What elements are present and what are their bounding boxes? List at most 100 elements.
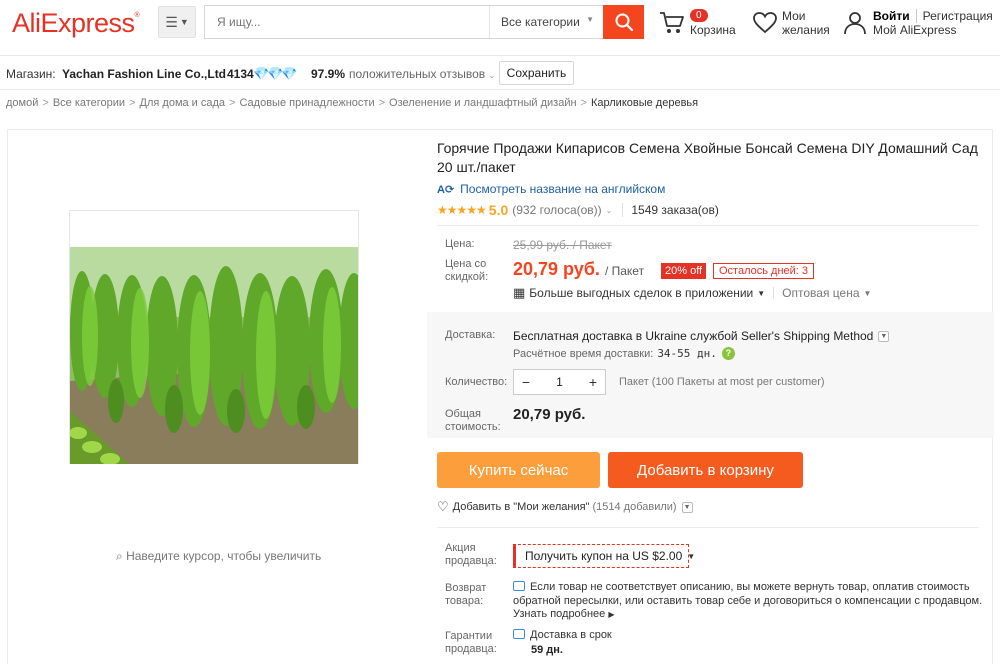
quantity-label: Количество: <box>445 376 508 388</box>
heart-icon <box>753 12 777 34</box>
truck-icon <box>513 629 525 639</box>
cypress-trees-photo <box>70 211 358 464</box>
search-icon <box>615 13 633 32</box>
orders-count: 1549 заказа(ов) <box>622 203 719 217</box>
learn-more-link[interactable]: Узнать подробнее ▶ <box>513 608 615 620</box>
caret-down-icon: ▼ <box>757 288 766 298</box>
wishlist-count: (1514 добавили) <box>592 501 677 513</box>
search-input[interactable] <box>205 6 489 38</box>
total-label: Общая стоимость: <box>445 408 501 434</box>
breadcrumb-item[interactable]: домой <box>6 97 38 109</box>
wholesale-price-link[interactable]: Оптовая цена <box>782 286 859 300</box>
category-menu-button[interactable]: ☰ ▼ <box>158 6 196 38</box>
discount-badge: 20% off <box>661 263 707 279</box>
positive-feedback-text: положительных отзывов <box>349 67 486 81</box>
register-link[interactable]: Регистрация <box>915 9 993 23</box>
chevron-down-icon: ▼ <box>878 330 890 342</box>
guarantee-label-line2: продавца: <box>445 643 497 655</box>
return-label: Возврат товара: <box>445 582 486 608</box>
rating-row: ★★★★★ 5.0 (932 голоса(ов)) ⌄ 1549 заказа… <box>437 202 719 218</box>
breadcrumb-item[interactable]: Для дома и сада <box>140 97 226 109</box>
caret-down-icon: ▼ <box>687 551 696 561</box>
increase-quantity-button[interactable]: + <box>581 374 605 390</box>
breadcrumb-item[interactable]: Все категории <box>53 97 125 109</box>
product-card: ⌕ Наведите курсор, чтобы увеличить Горяч… <box>7 129 994 664</box>
caret-down-icon: ▼ <box>179 17 189 27</box>
discount-price-value: 20,79 руб. <box>513 259 600 279</box>
view-english-title-text: Посмотреть название на английском <box>460 182 666 196</box>
total-label-line1: Общая <box>445 408 481 420</box>
chevron-down-icon: ⌄ <box>605 205 613 215</box>
cart-link[interactable]: 0 Корзина <box>656 8 746 38</box>
top-header: AliExpress® ☰▼ Все категории ▼ 0 Корзина… <box>0 0 1000 56</box>
breadcrumb-item[interactable]: Садовые принадлежности <box>239 97 374 109</box>
return-policy: Если товар не соответствует описанию, вы… <box>513 581 983 622</box>
wishlist-label-line2: желания <box>782 23 830 37</box>
shipping-label: Доставка: <box>445 329 496 341</box>
total-price: 20,79 руб. <box>513 406 586 423</box>
return-policy-icon <box>513 581 525 591</box>
app-deals-link[interactable]: Больше выгодных сделок в приложении <box>529 286 753 300</box>
add-to-wishlist-link[interactable]: ♡ Добавить в "Мои желания" (1514 добавил… <box>437 499 693 515</box>
get-coupon-button[interactable]: Получить купон на US $2.00 ▼ <box>513 544 695 568</box>
decrease-quantity-button[interactable]: − <box>514 374 538 390</box>
breadcrumb-current: Карликовые деревья <box>590 97 699 109</box>
chevron-down-icon: ▼ <box>681 501 693 513</box>
original-price: 25,99 руб. / Пакет <box>513 238 612 252</box>
quantity-stepper: − 1 + <box>513 369 606 395</box>
positive-feedback-label[interactable]: положительных отзывов ⌄ <box>349 67 495 81</box>
guarantee-days: 59 дн. <box>531 644 563 656</box>
store-bar: Магазин: Yachan Fashion Line Co.,Ltd 413… <box>0 57 1000 90</box>
wishlist-label-line1: Мои <box>782 9 806 23</box>
help-icon[interactable]: ? <box>721 347 735 360</box>
breadcrumb: домой > Все категории > Для дома и сада > Садо… <box>6 97 698 109</box>
shipping-method[interactable]: Бесплатная доставка в Ukraine службой Se… <box>513 329 890 343</box>
product-title: Горячие Продажи Кипарисов Семена Хвойные… <box>437 140 978 175</box>
total-label-line2: стоимость: <box>445 421 501 433</box>
return-policy-text: Если товар не соответствует описанию, вы… <box>513 581 983 607</box>
store-name-link[interactable]: Yachan Fashion Line Co.,Ltd <box>62 67 226 81</box>
chevron-down-icon: ▼ <box>586 15 594 24</box>
breadcrumb-item[interactable]: Озеленение и ландшафтный дизайн <box>389 97 577 109</box>
cart-count-badge: 0 <box>690 9 708 22</box>
rating-votes[interactable]: (932 голоса(ов)) <box>512 203 601 217</box>
product-image[interactable] <box>69 210 359 464</box>
search-button[interactable] <box>603 5 644 39</box>
guarantee-label-line1: Гарантии <box>445 630 493 642</box>
app-deals-row: ▦ Больше выгодных сделок в приложении ▼ … <box>513 285 871 301</box>
delivery-time: Расчётное время доставки: 34-55 дн. ? <box>513 347 735 360</box>
logo-mark: ® <box>134 12 140 19</box>
promo-label-line1: Акция <box>445 542 476 554</box>
store-label: Магазин: <box>6 67 56 81</box>
zoom-hint: ⌕ Наведите курсор, чтобы увеличить <box>116 549 321 564</box>
quantity-note: Пакет (100 Пакеты at most per customer) <box>619 376 825 388</box>
divider <box>437 225 979 226</box>
delivery-time-value: 34-55 дн. <box>657 347 717 360</box>
buy-now-button[interactable]: Купить сейчас <box>437 452 600 488</box>
learn-more-text: Узнать подробнее <box>513 608 606 620</box>
discount-price: 20,79 руб. / Пакет <box>513 259 644 280</box>
aliexpress-logo[interactable]: AliExpress® <box>12 8 140 39</box>
caret-right-icon: ▶ <box>608 610 615 619</box>
add-to-cart-button[interactable]: Добавить в корзину <box>608 452 803 488</box>
magnifier-icon: ⌕ <box>116 549 123 563</box>
logo-text: AliExpress <box>12 8 135 38</box>
discount-price-label: Цена со скидкой: <box>445 258 488 284</box>
days-left-badge: Осталось дней: 3 <box>713 263 815 279</box>
wishlist-link[interactable]: Мои желания <box>752 8 836 38</box>
view-english-title-link[interactable]: A⟳ Посмотреть название на английском <box>437 182 665 196</box>
category-select[interactable]: Все категории ▼ <box>489 6 603 38</box>
breadcrumb-separator: > <box>42 97 49 109</box>
discount-label-line2: скидкой: <box>445 271 489 283</box>
login-link[interactable]: Войти <box>873 9 910 23</box>
store-score: 4134 <box>227 67 254 81</box>
zoom-hint-text: Наведите курсор, чтобы увеличить <box>126 549 322 563</box>
translate-icon: A⟳ <box>437 183 455 196</box>
account-menu[interactable]: Войти Регистрация Мой AliExpress <box>842 8 997 40</box>
divider <box>437 527 979 528</box>
my-aliexpress-link[interactable]: Мой AliExpress <box>873 23 957 37</box>
save-store-button[interactable]: Сохранить <box>499 61 574 85</box>
chevron-down-icon: ⌄ <box>488 71 496 80</box>
quantity-value[interactable]: 1 <box>538 375 581 389</box>
coupon-text: Получить купон на US $2.00 <box>525 549 683 563</box>
